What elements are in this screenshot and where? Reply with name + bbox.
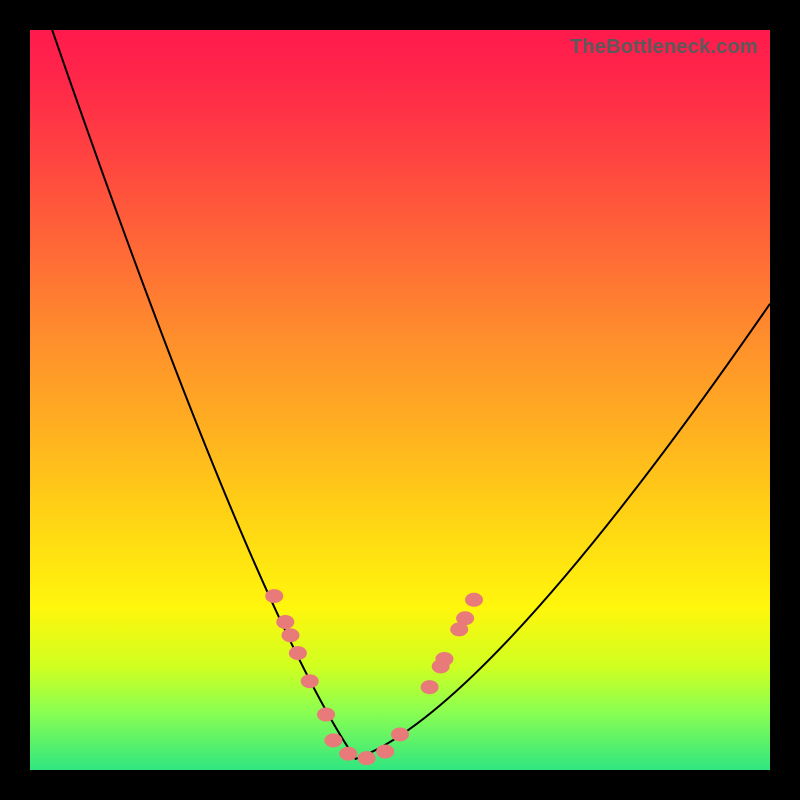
data-marker xyxy=(391,727,409,741)
data-marker xyxy=(358,751,376,765)
data-marker xyxy=(376,745,394,759)
data-marker xyxy=(421,680,439,694)
data-marker xyxy=(289,646,307,660)
data-marker xyxy=(339,747,357,761)
data-marker xyxy=(276,615,294,629)
data-marker xyxy=(301,674,319,688)
bottleneck-curve xyxy=(52,30,770,759)
data-marker xyxy=(456,611,474,625)
data-marker xyxy=(435,652,453,666)
data-marker xyxy=(281,628,299,642)
data-marker xyxy=(317,708,335,722)
data-marker xyxy=(465,593,483,607)
data-marker xyxy=(265,589,283,603)
plot-area: TheBottleneck.com xyxy=(30,30,770,770)
data-marker xyxy=(324,733,342,747)
chart-frame: TheBottleneck.com xyxy=(0,0,800,800)
curve-layer xyxy=(30,30,770,770)
